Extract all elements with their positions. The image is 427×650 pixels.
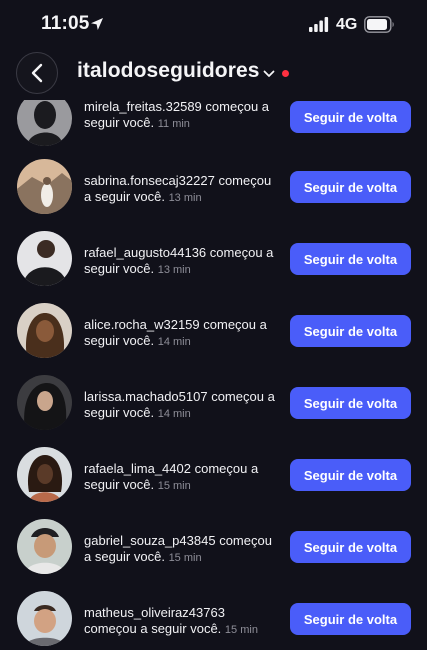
follow-back-button[interactable]: Seguir de volta	[290, 315, 411, 347]
notification-text: matheus_oliveiraz43763 começou a seguir …	[84, 605, 280, 638]
location-arrow-icon	[91, 18, 103, 30]
unread-dot	[282, 70, 289, 77]
username[interactable]: sabrina.fonsecaj32227	[84, 173, 215, 188]
username[interactable]: mirela_freitas.32589	[84, 100, 202, 114]
notification-row: rafaela_lima_4402 começou a seguir você.…	[0, 447, 427, 519]
avatar[interactable]	[17, 519, 72, 574]
follow-back-button[interactable]: Seguir de volta	[290, 387, 411, 419]
chevron-down-icon[interactable]	[263, 68, 275, 80]
notification-row: sabrina.fonsecaj32227 começou a seguir v…	[0, 159, 427, 231]
notification-text: sabrina.fonsecaj32227 começou a seguir v…	[84, 173, 280, 206]
avatar[interactable]	[17, 100, 72, 146]
status-bar: 11:05 4G	[0, 0, 427, 50]
notification-time: 14 min	[157, 408, 191, 420]
avatar[interactable]	[17, 303, 72, 358]
profile-photo	[17, 591, 72, 646]
notification-time: 13 min	[168, 192, 202, 204]
username[interactable]: rafael_augusto44136	[84, 245, 206, 260]
network-type: 4G	[336, 16, 358, 33]
follow-back-button[interactable]: Seguir de volta	[290, 243, 411, 275]
follow-back-button[interactable]: Seguir de volta	[290, 531, 411, 563]
battery-icon	[364, 16, 394, 33]
notification-text: rafaela_lima_4402 começou a seguir você.…	[84, 461, 280, 494]
profile-photo	[17, 231, 72, 286]
notification-time: 13 min	[157, 264, 191, 276]
notification-row: matheus_oliveiraz43763 começou a seguir …	[0, 591, 427, 650]
notification-list[interactable]: mirela_freitas.32589 começou a seguir vo…	[0, 100, 427, 650]
username[interactable]: matheus_oliveiraz43763	[84, 605, 225, 620]
notification-time: 15 min	[168, 552, 202, 564]
notification-time: 15 min	[224, 624, 258, 636]
notification-row: larissa.machado5107 começou a seguir voc…	[0, 375, 427, 447]
notification-text: alice.rocha_w32159 começou a seguir você…	[84, 317, 280, 350]
username[interactable]: gabriel_souza_p43845	[84, 533, 216, 548]
follow-back-button[interactable]: Seguir de volta	[290, 603, 411, 635]
notification-text: mirela_freitas.32589 começou a seguir vo…	[84, 100, 280, 132]
notification-row: rafael_augusto44136 começou a seguir voc…	[0, 231, 427, 303]
notification-text: larissa.machado5107 começou a seguir voc…	[84, 389, 280, 422]
username[interactable]: rafaela_lima_4402	[84, 461, 191, 476]
profile-photo	[17, 159, 72, 214]
follow-back-button[interactable]: Seguir de volta	[290, 171, 411, 203]
status-time: 11:05	[41, 13, 90, 34]
notification-row: mirela_freitas.32589 começou a seguir vo…	[0, 100, 427, 158]
notification-row: alice.rocha_w32159 começou a seguir você…	[0, 303, 427, 375]
notification-text: rafael_augusto44136 começou a seguir voc…	[84, 245, 280, 278]
account-switcher-title[interactable]: italodoseguidores	[77, 59, 260, 83]
profile-photo	[17, 303, 72, 358]
avatar[interactable]	[17, 447, 72, 502]
profile-photo	[17, 447, 72, 502]
notification-row: gabriel_souza_p43845 começou a seguir vo…	[0, 519, 427, 591]
chevron-left-icon	[31, 63, 43, 83]
notification-action: começou a seguir você.	[84, 621, 222, 636]
username[interactable]: alice.rocha_w32159	[84, 317, 200, 332]
username[interactable]: larissa.machado5107	[84, 389, 208, 404]
notification-time: 14 min	[157, 336, 191, 348]
profile-photo	[17, 100, 72, 146]
avatar[interactable]	[17, 591, 72, 646]
follow-back-button[interactable]: Seguir de volta	[290, 459, 411, 491]
avatar[interactable]	[17, 375, 72, 430]
header: italodoseguidores	[0, 50, 427, 100]
profile-photo	[17, 375, 72, 430]
back-button[interactable]	[16, 52, 58, 94]
notification-time: 11 min	[157, 118, 190, 130]
profile-photo	[17, 519, 72, 574]
notification-text: gabriel_souza_p43845 começou a seguir vo…	[84, 533, 280, 566]
avatar[interactable]	[17, 159, 72, 214]
notification-time: 15 min	[157, 480, 191, 492]
cellular-signal-icon	[309, 17, 329, 32]
follow-back-button[interactable]: Seguir de volta	[290, 101, 411, 133]
avatar[interactable]	[17, 231, 72, 286]
